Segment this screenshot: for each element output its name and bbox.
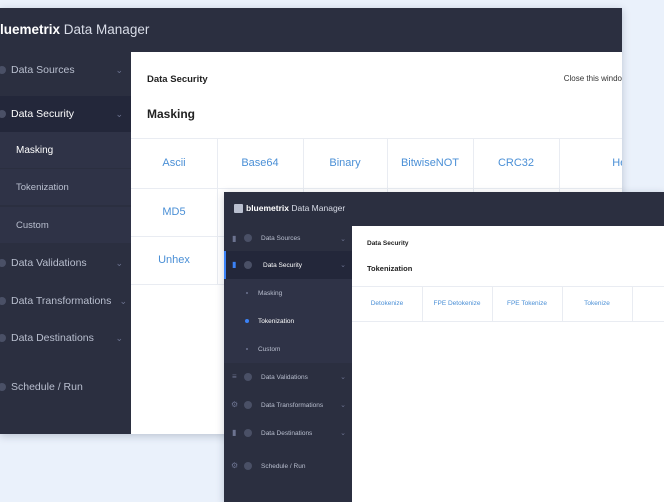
chevron-down-icon: ⌄ <box>340 374 346 381</box>
front-content: Data Security Tokenization Detokenize FP… <box>352 226 664 502</box>
grid-divider <box>632 286 633 322</box>
front-app-title: bluemetrix Data Manager <box>246 203 346 213</box>
status-dot <box>244 429 252 437</box>
status-dot <box>244 373 252 381</box>
back-sidebar-item-data-sources[interactable]: Data Sources ⌄ <box>0 59 131 81</box>
back-app-title: luemetrix Data Manager <box>0 22 150 37</box>
back-sidebar-item-data-destinations[interactable]: Data Destinations ⌄ <box>0 320 131 356</box>
gear-icon: ⚙ <box>231 461 239 470</box>
front-tokenization-grid: Detokenize FPE Detokenize FPE Tokenize T… <box>352 286 664 322</box>
bullet-icon <box>246 348 248 350</box>
back-sidebar-item-schedule-run[interactable]: Schedule / Run <box>0 369 131 405</box>
data-security-icon <box>0 110 6 118</box>
front-app-window: bluemetrix Data Manager ▮ Data Sources ⌄… <box>224 192 664 502</box>
front-sidebar-item-custom[interactable]: Custom <box>224 335 352 363</box>
back-sidebar-item-data-validations[interactable]: Data Validations ⌄ <box>0 245 131 281</box>
schedule-run-icon <box>0 383 6 391</box>
masking-option-crc32[interactable]: CRC32 <box>473 138 559 188</box>
masking-option-ascii[interactable]: Ascii <box>131 138 217 188</box>
chevron-down-icon: ⌄ <box>115 257 123 268</box>
status-dot <box>244 462 252 470</box>
data-destinations-icon <box>0 334 6 342</box>
logo-icon <box>234 204 243 213</box>
masking-option-binary[interactable]: Binary <box>303 138 387 188</box>
masking-option-bitwisenot[interactable]: BitwiseNOT <box>387 138 473 188</box>
chevron-down-icon: ⌄ <box>119 295 127 306</box>
tokenization-option-fpe-tokenize[interactable]: FPE Tokenize <box>492 286 562 321</box>
front-sidebar-item-tokenization[interactable]: Tokenization <box>224 307 352 335</box>
back-close-link[interactable]: Close this windo <box>564 74 622 83</box>
back-sidebar-item-data-transformations[interactable]: Data Transformations ⌄ <box>0 283 131 319</box>
tokenization-option-tokenize[interactable]: Tokenize <box>562 286 632 321</box>
database-icon: ▮ <box>232 234 237 243</box>
data-validations-icon <box>0 259 6 267</box>
back-sidebar-item-data-security[interactable]: Data Security ⌄ <box>0 96 131 132</box>
grid-divider <box>352 321 664 322</box>
front-title-bar: bluemetrix Data Manager <box>224 192 664 226</box>
database-icon: ▮ <box>232 428 237 437</box>
masking-option-unhex[interactable]: Unhex <box>131 236 217 284</box>
tokenization-option-detokenize[interactable]: Detokenize <box>352 286 422 321</box>
back-sidebar: Data Sources ⌄ Data Security ⌄ Masking T… <box>0 52 131 434</box>
checklist-icon: ≡ <box>232 372 237 381</box>
tokenization-option-fpe-detokenize[interactable]: FPE Detokenize <box>422 286 492 321</box>
front-sidebar-item-data-sources[interactable]: ▮ Data Sources ⌄ <box>224 226 352 251</box>
back-sidebar-item-tokenization[interactable]: Tokenization <box>0 169 131 205</box>
gear-icon: ⚙ <box>231 400 239 409</box>
front-breadcrumb: Data Security <box>367 240 409 247</box>
masking-option-base64[interactable]: Base64 <box>217 138 303 188</box>
status-dot <box>244 261 252 269</box>
front-sidebar-item-masking[interactable]: Masking <box>224 279 352 307</box>
bullet-icon <box>246 292 248 294</box>
data-sources-icon <box>0 66 6 74</box>
back-section-title: Masking <box>147 107 196 121</box>
back-breadcrumb: Data Security <box>147 74 208 85</box>
front-section-title: Tokenization <box>367 264 413 273</box>
bullet-icon <box>245 319 249 323</box>
front-sidebar-item-data-transformations[interactable]: ⚙ Data Transformations ⌄ <box>224 391 352 419</box>
chevron-down-icon: ⌄ <box>115 332 123 343</box>
chevron-down-icon: ⌄ <box>340 262 346 269</box>
masking-option-md5[interactable]: MD5 <box>131 188 217 236</box>
chevron-down-icon: ⌄ <box>115 64 123 75</box>
masking-option-hex[interactable]: Hex <box>559 138 622 188</box>
chevron-down-icon: ⌄ <box>340 235 346 243</box>
front-sidebar: ▮ Data Sources ⌄ ▮ Data Security ⌄ Maski… <box>224 226 352 502</box>
back-sidebar-item-masking[interactable]: Masking <box>0 132 131 168</box>
front-sidebar-item-data-destinations[interactable]: ▮ Data Destinations ⌄ <box>224 419 352 447</box>
chevron-down-icon: ⌄ <box>340 430 346 437</box>
data-transformations-icon <box>0 297 6 305</box>
back-sidebar-item-custom[interactable]: Custom <box>0 207 131 243</box>
chevron-down-icon: ⌄ <box>340 402 346 409</box>
front-sidebar-item-data-security[interactable]: ▮ Data Security ⌄ <box>224 251 352 279</box>
shield-icon: ▮ <box>232 260 237 269</box>
chevron-down-icon: ⌄ <box>115 108 123 119</box>
front-sidebar-item-data-validations[interactable]: ≡ Data Validations ⌄ <box>224 363 352 391</box>
front-sidebar-item-schedule-run[interactable]: ⚙ Schedule / Run <box>224 452 352 480</box>
status-dot <box>244 234 252 242</box>
status-dot <box>244 401 252 409</box>
back-title-bar: luemetrix Data Manager <box>0 8 622 52</box>
